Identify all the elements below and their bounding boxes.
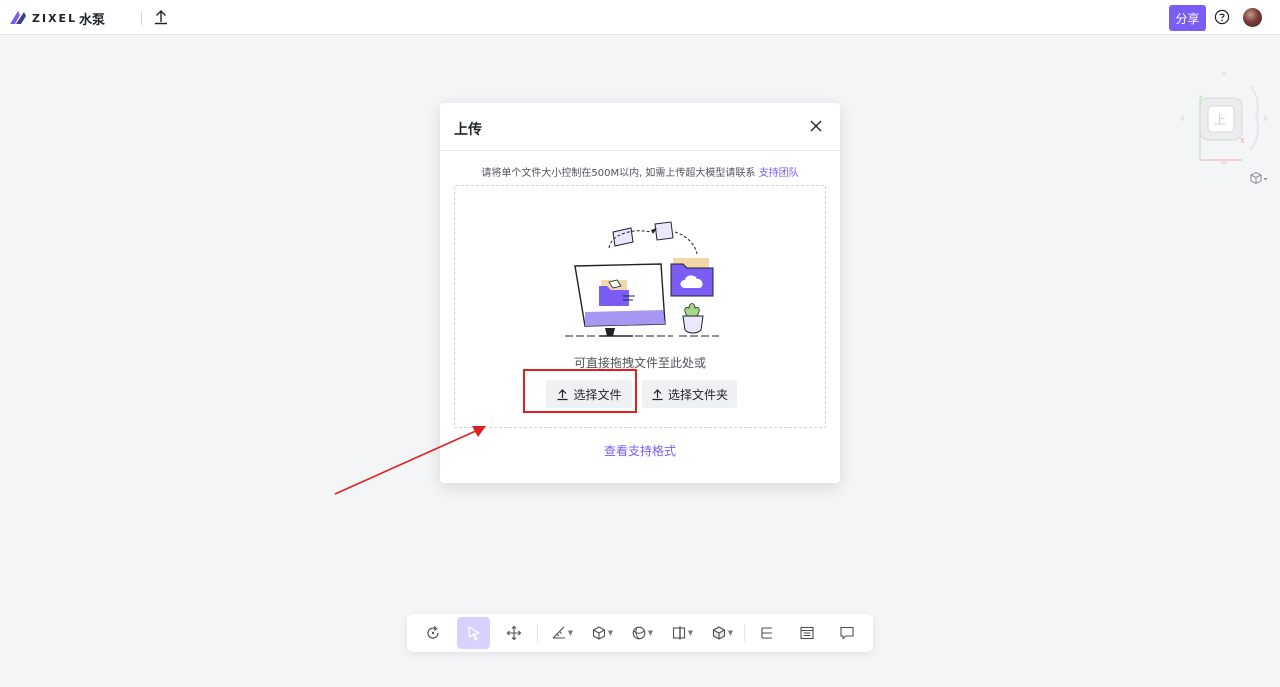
properties-button[interactable] (795, 617, 819, 649)
viewcube-face-label: 上 (1214, 113, 1226, 127)
upload-icon (652, 388, 663, 400)
cursor-icon (467, 625, 481, 641)
logo-text: ZIXEL (32, 11, 78, 25)
annotation-arrow (334, 426, 486, 495)
render-style-button[interactable]: ▼ (627, 617, 657, 649)
section-tool-button[interactable]: ▼ (667, 617, 697, 649)
upload-icon[interactable] (152, 8, 170, 26)
reset-view-button[interactable] (421, 617, 445, 649)
comments-button[interactable] (835, 617, 859, 649)
select-tool-button[interactable] (457, 617, 490, 649)
zixel-logo-icon (10, 11, 26, 24)
supported-formats-link[interactable]: 查看支持格式 (440, 442, 840, 459)
chevron-down-icon: ▼ (687, 629, 694, 637)
move-icon (506, 625, 522, 641)
drop-hint: 可直接拖拽文件至此处或 (573, 356, 706, 370)
notice-text: 请将单个文件大小控制在500M以内, 如需上传超大模型请联系 (481, 168, 759, 179)
model-tree-button[interactable] (755, 617, 779, 649)
upload-illustration-icon (565, 221, 719, 337)
toolbar-divider (537, 624, 538, 642)
explode-cube-icon (592, 626, 605, 640)
dialog-header: 上传 (440, 103, 840, 151)
top-bar: ZIXEL 水泵 分享 (0, 0, 1280, 35)
close-icon[interactable] (808, 118, 824, 134)
select-folder-label: 选择文件夹 (667, 387, 728, 402)
ruler-icon (552, 626, 565, 639)
dialog-title: 上传 (454, 122, 482, 138)
share-button[interactable]: 分享 (1169, 5, 1206, 31)
axis-x-label: X (1240, 137, 1245, 145)
measure-tool-button[interactable]: ▼ (547, 617, 577, 649)
display-mode-button[interactable]: ▼ (707, 617, 737, 649)
section-icon (672, 626, 685, 640)
highlight-box (523, 369, 637, 413)
bottom-toolbar: ▼ ▼ ▼ ▼ ▼ (407, 614, 873, 652)
comment-icon (840, 626, 854, 640)
help-circle-icon[interactable] (1214, 9, 1230, 25)
chevron-down-icon: ▼ (647, 629, 654, 637)
upload-dialog: 上传 请将单个文件大小控制在500M以内, 如需上传超大模型请联系 支持团队 可… (440, 103, 840, 483)
rotate-icon (427, 626, 439, 639)
select-folder-button[interactable]: 选择文件夹 (642, 380, 737, 408)
properties-icon (800, 626, 814, 640)
tree-icon (761, 627, 772, 639)
drop-zone[interactable]: 可直接拖拽文件至此处或 选择文件 选择文件夹 (454, 185, 826, 428)
view-cube-icon[interactable]: Y X 上 (1178, 68, 1270, 168)
cube-dropdown-icon[interactable] (1249, 171, 1269, 185)
chevron-down-icon: ▼ (727, 629, 734, 637)
axis-y-label: Y (1198, 94, 1204, 102)
toolbar-divider (744, 624, 745, 642)
user-avatar[interactable] (1243, 8, 1262, 27)
size-notice: 请将单个文件大小控制在500M以内, 如需上传超大模型请联系 支持团队 (440, 164, 840, 179)
explode-tool-button[interactable]: ▼ (587, 617, 617, 649)
support-team-link[interactable]: 支持团队 (759, 168, 799, 179)
chevron-down-icon: ▼ (567, 629, 574, 637)
divider (141, 11, 142, 25)
sphere-icon (632, 626, 646, 640)
cube-icon (712, 626, 725, 640)
document-title[interactable]: 水泵 (79, 9, 105, 28)
logo[interactable]: ZIXEL (8, 8, 77, 28)
chevron-down-icon: ▼ (607, 629, 614, 637)
move-tool-button[interactable] (502, 617, 526, 649)
